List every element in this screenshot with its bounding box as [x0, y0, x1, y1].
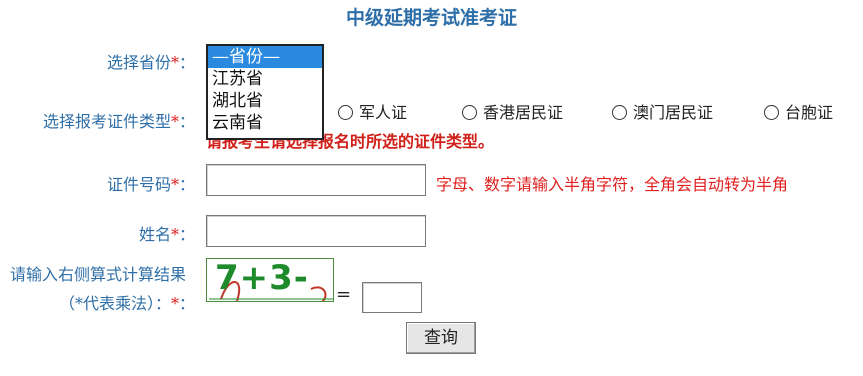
name-input[interactable]	[206, 215, 426, 247]
radio-hongkong-id[interactable]: 香港居民证	[462, 99, 563, 123]
label-colon: ：	[178, 294, 195, 313]
name-label: 姓名*：	[139, 221, 195, 245]
radio-label: 军人证	[359, 103, 408, 122]
radio-label: 台胞证	[785, 103, 834, 122]
captcha-answer-input[interactable]	[362, 282, 422, 313]
radio-circle-icon[interactable]	[338, 105, 353, 120]
captcha-label-line2: （*代表乘法）：*：	[59, 290, 195, 314]
page-title: 中级延期考试准考证	[345, 7, 517, 29]
label-colon: ：	[178, 53, 195, 72]
required-mark: *	[170, 225, 179, 244]
province-option[interactable]: 云南省	[208, 112, 322, 134]
required-mark: *	[170, 53, 179, 72]
required-mark: *	[170, 294, 179, 313]
label-colon: ：	[178, 112, 195, 131]
required-mark: *	[170, 175, 179, 194]
captcha-label-line1: 请输入右侧算式计算结果	[10, 265, 187, 284]
province-option[interactable]: —省份—	[208, 46, 322, 68]
radio-circle-icon[interactable]	[462, 105, 477, 120]
radio-circle-icon[interactable]	[764, 105, 779, 120]
province-dropdown-list[interactable]: —省份— 江苏省 湖北省 云南省	[206, 44, 324, 140]
radio-circle-icon[interactable]	[612, 105, 627, 120]
province-option[interactable]: 湖北省	[208, 90, 322, 112]
id-type-label: 选择报考证件类型*：	[43, 108, 195, 132]
id-number-label: 证件号码*：	[107, 171, 195, 195]
captcha-text: 7+3-2	[215, 258, 309, 301]
query-button[interactable]: 查询	[406, 322, 476, 354]
radio-macau-id[interactable]: 澳门居民证	[612, 99, 713, 123]
label-colon: ：	[178, 175, 195, 194]
province-label-text: 选择省份	[106, 53, 171, 72]
radio-taiwan-id[interactable]: 台胞证	[764, 99, 833, 123]
id-type-label-text: 选择报考证件类型	[42, 112, 171, 131]
captcha-label-text: （*代表乘法）：	[58, 294, 171, 313]
province-label: 选择省份*：	[107, 49, 195, 73]
required-mark: *	[170, 112, 179, 131]
id-number-input[interactable]	[206, 164, 426, 196]
equals-sign: =	[336, 284, 352, 305]
id-number-label-text: 证件号码	[106, 175, 171, 194]
name-label-text: 姓名	[138, 225, 171, 244]
radio-label: 澳门居民证	[633, 103, 714, 122]
captcha-image[interactable]: 7+3-2	[206, 258, 334, 302]
radio-label: 香港居民证	[483, 103, 564, 122]
province-option[interactable]: 江苏省	[208, 68, 322, 90]
radio-military-id[interactable]: 军人证	[338, 99, 407, 123]
id-number-hint: 字母、数字请输入半角字符，全角会自动转为半角	[436, 175, 789, 194]
label-colon: ：	[178, 225, 195, 244]
